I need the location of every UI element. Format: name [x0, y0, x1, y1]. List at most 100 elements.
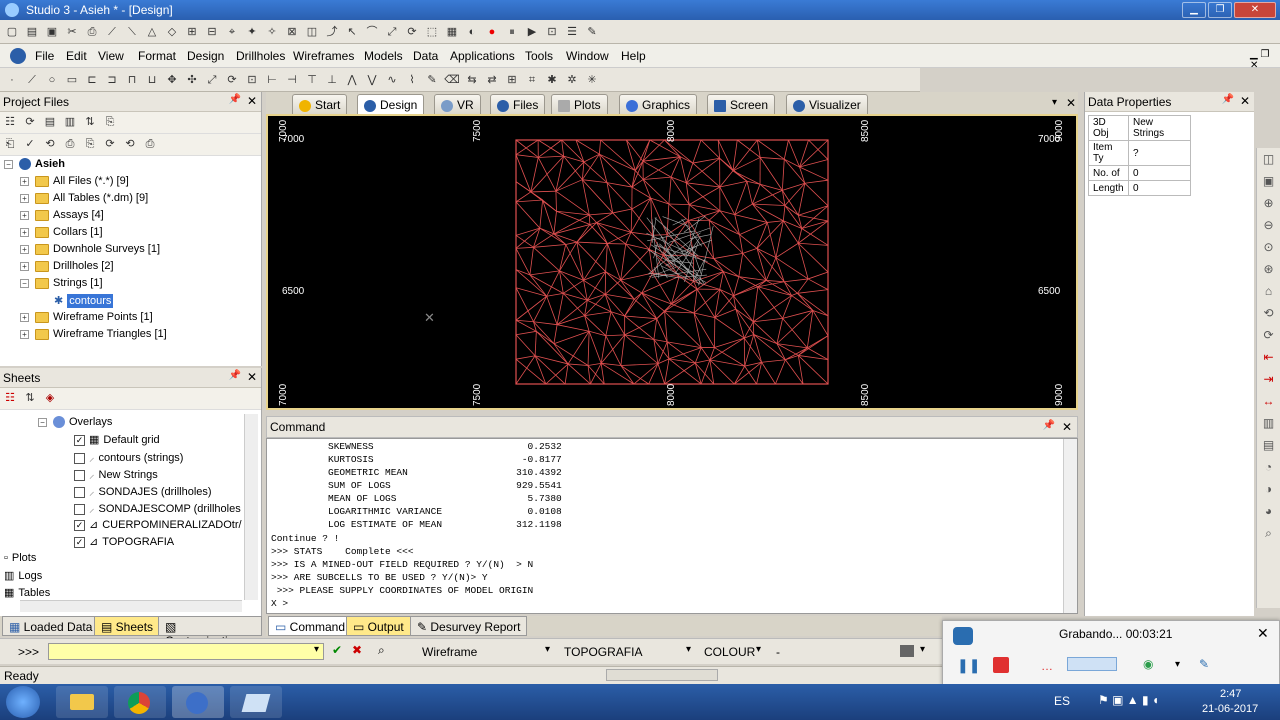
- tool-icon[interactable]: ⊡: [243, 71, 261, 89]
- tab-customization[interactable]: ▧ Customization: [158, 616, 262, 648]
- tool-icon[interactable]: ◇: [163, 23, 181, 41]
- property-value[interactable]: 0: [1128, 180, 1191, 196]
- new-icon[interactable]: ▢: [3, 23, 21, 41]
- tool-icon[interactable]: ⟳: [223, 71, 241, 89]
- tab-sheets[interactable]: ▤ Sheets: [94, 616, 161, 636]
- tool-icon[interactable]: ⊞: [503, 71, 521, 89]
- colour-swatch[interactable]: [900, 645, 914, 657]
- tree-item-wireframe-triangles[interactable]: + Wireframe Triangles [1]: [20, 328, 167, 344]
- accept-icon[interactable]: ✔: [332, 643, 342, 657]
- close-icon[interactable]: ✕: [1066, 96, 1076, 110]
- command-input[interactable]: [48, 643, 324, 660]
- tab-vr[interactable]: VR: [434, 94, 481, 114]
- print-icon[interactable]: ⎙: [83, 23, 101, 41]
- tool-icon[interactable]: ⊓: [123, 71, 141, 89]
- tool-icon[interactable]: ⊟: [203, 23, 221, 41]
- tab-output[interactable]: ▭ Output: [346, 616, 411, 636]
- tool-icon[interactable]: ⟋: [23, 71, 41, 89]
- app-menu-icon[interactable]: [10, 48, 26, 64]
- tree-plots[interactable]: ▫ Plots: [4, 552, 36, 568]
- chevron-down-icon[interactable]: ▾: [545, 644, 550, 655]
- tool-icon[interactable]: ▦: [443, 23, 461, 41]
- tool-icon[interactable]: ◫: [1257, 148, 1280, 170]
- tab-graphics[interactable]: Graphics: [619, 94, 698, 114]
- tab-command[interactable]: ▭ Command: [268, 616, 353, 636]
- close-icon[interactable]: ✕: [1062, 420, 1072, 434]
- tool-icon[interactable]: ⟳: [101, 135, 119, 153]
- tree-item-wireframe-points[interactable]: + Wireframe Points [1]: [20, 311, 153, 327]
- tool-icon[interactable]: ⌂: [1257, 280, 1280, 302]
- tool-icon[interactable]: ✦: [243, 23, 261, 41]
- stop-icon[interactable]: [993, 657, 1009, 673]
- tool-icon[interactable]: ☷: [1, 389, 19, 407]
- tool-icon[interactable]: ⌒: [363, 23, 381, 41]
- menu-format[interactable]: Format: [138, 49, 176, 63]
- menu-wireframes[interactable]: Wireframes: [293, 49, 354, 63]
- checkbox[interactable]: [74, 486, 85, 498]
- menu-tools[interactable]: Tools: [525, 49, 553, 63]
- tool-icon[interactable]: ⬚: [423, 23, 441, 41]
- tool-icon[interactable]: ·: [3, 71, 21, 89]
- command-scrollbar[interactable]: [1063, 439, 1077, 613]
- tool-icon[interactable]: ⟳: [21, 113, 39, 131]
- menu-models[interactable]: Models: [364, 49, 403, 63]
- tool-icon[interactable]: ✎: [423, 71, 441, 89]
- tool-icon[interactable]: ✣: [183, 71, 201, 89]
- tool-icon[interactable]: ⊠: [283, 23, 301, 41]
- mdi-minimize-icon[interactable]: ▁ ❐ ✕: [1250, 49, 1280, 71]
- tray-icons[interactable]: ⚑ ▣ ▲ ▮ ◖: [1098, 693, 1159, 707]
- tool-icon[interactable]: ✲: [563, 71, 581, 89]
- tool-icon[interactable]: ⋁: [363, 71, 381, 89]
- pin-icon[interactable]: 📌: [229, 94, 241, 105]
- open-icon[interactable]: ▤: [23, 23, 41, 41]
- wireframe-select[interactable]: Wireframe: [422, 645, 477, 659]
- tool-icon[interactable]: ⟲: [121, 135, 139, 153]
- chevron-down-icon[interactable]: ▾: [686, 644, 691, 655]
- tab-start[interactable]: Start: [292, 94, 348, 114]
- tool-icon[interactable]: ⇅: [21, 389, 39, 407]
- tool-icon[interactable]: ⌫: [443, 71, 461, 89]
- clock-date[interactable]: 21-06-2017: [1202, 703, 1258, 715]
- tree-logs[interactable]: ▥ Logs: [4, 569, 42, 585]
- tool-icon[interactable]: ⎗: [1, 135, 19, 153]
- overlay-sondajes[interactable]: ⸝ SONDAJES (drillholes): [74, 484, 212, 500]
- checkbox[interactable]: ✓: [74, 519, 85, 531]
- layer-select[interactable]: TOPOGRAFIA: [564, 645, 642, 659]
- search-icon[interactable]: ⌕: [378, 643, 385, 658]
- tool-icon[interactable]: ⌗: [523, 71, 541, 89]
- tab-plots[interactable]: Plots: [551, 94, 608, 114]
- more-icon[interactable]: …: [1041, 659, 1053, 673]
- audio-icon[interactable]: ◉: [1143, 657, 1153, 671]
- overlay-sondajescomp[interactable]: ⸝ SONDAJESCOMP (drillholes: [74, 501, 241, 517]
- tool-icon[interactable]: ⟳: [403, 23, 421, 41]
- pin-icon[interactable]: 📌: [229, 370, 241, 381]
- tab-design[interactable]: Design: [357, 94, 425, 114]
- tool-icon[interactable]: ⤴: [323, 23, 341, 41]
- tool-icon[interactable]: ⇅: [81, 113, 99, 131]
- tree-overlays[interactable]: − Overlays: [38, 416, 112, 432]
- tab-files[interactable]: Files: [490, 94, 546, 114]
- tool-icon[interactable]: ∿: [383, 71, 401, 89]
- tool-icon[interactable]: ◑: [1257, 478, 1280, 500]
- menu-view[interactable]: View: [98, 49, 124, 63]
- tool-icon[interactable]: ✳: [583, 71, 601, 89]
- tool-icon[interactable]: ✎: [583, 23, 601, 41]
- taskbar-explorer[interactable]: [56, 686, 108, 718]
- taskbar-studio[interactable]: [172, 686, 224, 718]
- sheets-hscrollbar[interactable]: [20, 600, 242, 612]
- tab-desurvey-report[interactable]: ✎ Desurvey Report: [410, 616, 528, 636]
- taskbar-app[interactable]: [230, 686, 282, 718]
- menu-file[interactable]: File: [35, 49, 54, 63]
- minimize-button[interactable]: ▁: [1182, 2, 1206, 18]
- tool-icon[interactable]: ⟲: [1257, 302, 1280, 324]
- tool-icon[interactable]: ⊤: [303, 71, 321, 89]
- close-icon[interactable]: ✕: [247, 370, 257, 384]
- tool-icon[interactable]: ✱: [543, 71, 561, 89]
- tool-icon[interactable]: ⎙: [141, 135, 159, 153]
- tool-icon[interactable]: ✧: [263, 23, 281, 41]
- menu-window[interactable]: Window: [566, 49, 609, 63]
- tool-icon[interactable]: ⤢: [383, 23, 401, 41]
- design-viewport[interactable]: 7000 7500 8000 8500 9000 7000 7500 8000 …: [266, 114, 1078, 410]
- zoom-in-icon[interactable]: ⊕: [1257, 192, 1280, 214]
- tool-icon[interactable]: ⎘: [81, 135, 99, 153]
